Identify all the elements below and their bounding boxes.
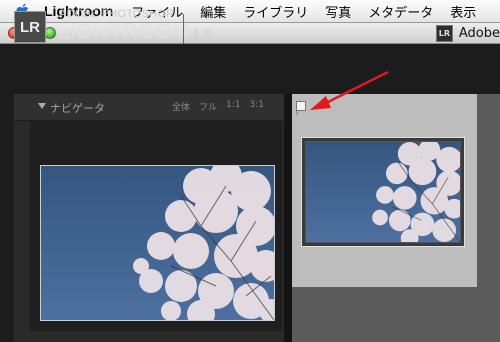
annotation-arrow-icon [310, 70, 389, 110]
brand-title: LIGHTROOM [58, 20, 190, 43]
navigator-zoom-options: 全体 フル 1:1 3:1 [172, 100, 273, 113]
zoom-1-1[interactable]: 1:1 [226, 100, 240, 113]
thumbnail-photo[interactable] [305, 141, 461, 243]
menu-view[interactable]: 表示 [450, 2, 476, 21]
panel-separator [284, 94, 292, 342]
brand-subtitle: ADOBE PHOTOSHOP [59, 8, 174, 20]
menu-edit[interactable]: 編集 [200, 2, 226, 21]
navigator-preview-photo[interactable] [40, 165, 275, 321]
disclosure-triangle-icon[interactable] [38, 103, 46, 109]
zoom-fit[interactable]: 全体 [172, 100, 190, 113]
menu-photo[interactable]: 写真 [325, 2, 351, 21]
lr-app-icon: LR [435, 25, 453, 42]
lightroom-logo: LR [14, 11, 46, 43]
navigator-title: ナビゲータ [50, 102, 105, 115]
zoom-fill[interactable]: フル [199, 100, 217, 113]
identity-plate [0, 44, 500, 94]
menu-metadata[interactable]: メタデータ [368, 2, 433, 21]
window-title-text: Adobe [458, 26, 500, 41]
brand-divider [183, 14, 184, 44]
menu-library[interactable]: ライブラリ [243, 2, 308, 21]
brand-version: 1.0 [192, 25, 212, 41]
left-panel-edge[interactable] [0, 94, 15, 342]
zoom-3-1[interactable]: 3:1 [250, 100, 264, 113]
window-title: LR Adobe [435, 25, 500, 42]
